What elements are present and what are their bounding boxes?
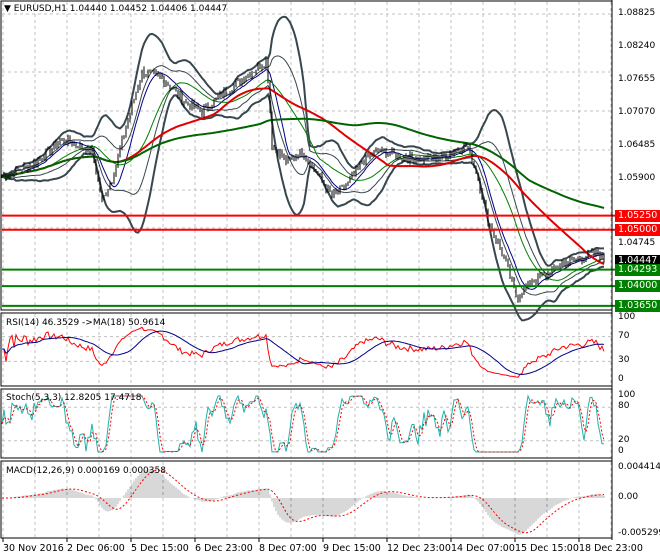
chart-header: ▼ EURUSD,H1 1.04440 1.04452 1.04406 1.04… xyxy=(4,4,227,14)
time-axis-label: 2 Dec 06:00 xyxy=(67,543,125,554)
ohlc-values: 1.04440 1.04452 1.04406 1.04447 xyxy=(69,4,228,14)
time-axis-label: 15 Dec 15:00 xyxy=(515,543,579,554)
indicator-axis-tick: 30 xyxy=(618,355,630,366)
price-axis-tick: 1.08825 xyxy=(618,8,656,18)
level-price-tag: 1.04000 xyxy=(615,280,660,293)
level-price-tag: 1.05250 xyxy=(615,209,660,222)
price-axis-tick: 1.07070 xyxy=(618,106,656,117)
indicator-axis-tick: 0 xyxy=(618,374,624,384)
time-axis-label: 9 Dec 15:00 xyxy=(323,543,381,554)
symbol-title: EURUSD,H1 xyxy=(13,4,67,14)
ma-100-red xyxy=(1,87,605,266)
time-axis-label: 14 Dec 07:00 xyxy=(451,543,515,554)
dropdown-arrow-icon[interactable]: ▼ xyxy=(4,4,11,14)
time-axis-label: 18 Dec 23:00 xyxy=(579,543,643,554)
rsi-ma-line xyxy=(2,330,605,376)
level-price-tag: 1.04293 xyxy=(615,263,660,276)
price-axis-tick: 1.04745 xyxy=(618,238,656,249)
indicator-axis-tick: 0.00 xyxy=(618,492,639,502)
indicator-axis-tick: 70 xyxy=(618,330,630,341)
trading-chart-window: ▼ EURUSD,H1 1.04440 1.04452 1.04406 1.04… xyxy=(0,0,660,560)
indicator-axis-tick: 100 xyxy=(618,390,636,400)
price-axis-tick: 1.08240 xyxy=(618,40,656,51)
price-axis-tick: 1.06485 xyxy=(618,139,656,150)
stoch-label: Stoch(5,3,3) 12.8205 17.4718 xyxy=(6,393,142,403)
rsi-line xyxy=(2,326,605,378)
indicator-axis-tick: 0 xyxy=(618,446,624,456)
level-price-tag: 1.05000 xyxy=(615,223,660,236)
indicator-axis-tick: 0.004414 xyxy=(618,461,660,472)
indicator-axis-tick: 100 xyxy=(618,312,636,322)
time-axis-label: 8 Dec 07:00 xyxy=(259,543,317,554)
stoch-k-line xyxy=(1,394,604,453)
indicator-axis-tick: 80 xyxy=(618,401,630,412)
time-axis-label: 30 Nov 2016 xyxy=(3,543,64,554)
macd-label: MACD(12,26,9) 0.000169 0.000358 xyxy=(6,466,166,476)
time-axis-label: 5 Dec 15:00 xyxy=(131,543,189,554)
price-axis-tick: 1.05900 xyxy=(618,172,656,183)
price-axis-tick: 1.07655 xyxy=(618,73,656,84)
indicator-axis-tick: 20 xyxy=(618,434,630,445)
rsi-label: RSI(14) 46.3529 ->MA(18) 50.9614 xyxy=(6,318,166,328)
time-axis-label: 6 Dec 23:00 xyxy=(195,543,253,554)
ma-fast xyxy=(1,69,605,290)
level-price-tag: 1.03650 xyxy=(615,299,660,312)
indicator-axis-tick: -0.005299 xyxy=(618,528,660,539)
time-axis-label: 12 Dec 23:00 xyxy=(387,543,451,554)
chart-canvas[interactable] xyxy=(0,0,660,560)
